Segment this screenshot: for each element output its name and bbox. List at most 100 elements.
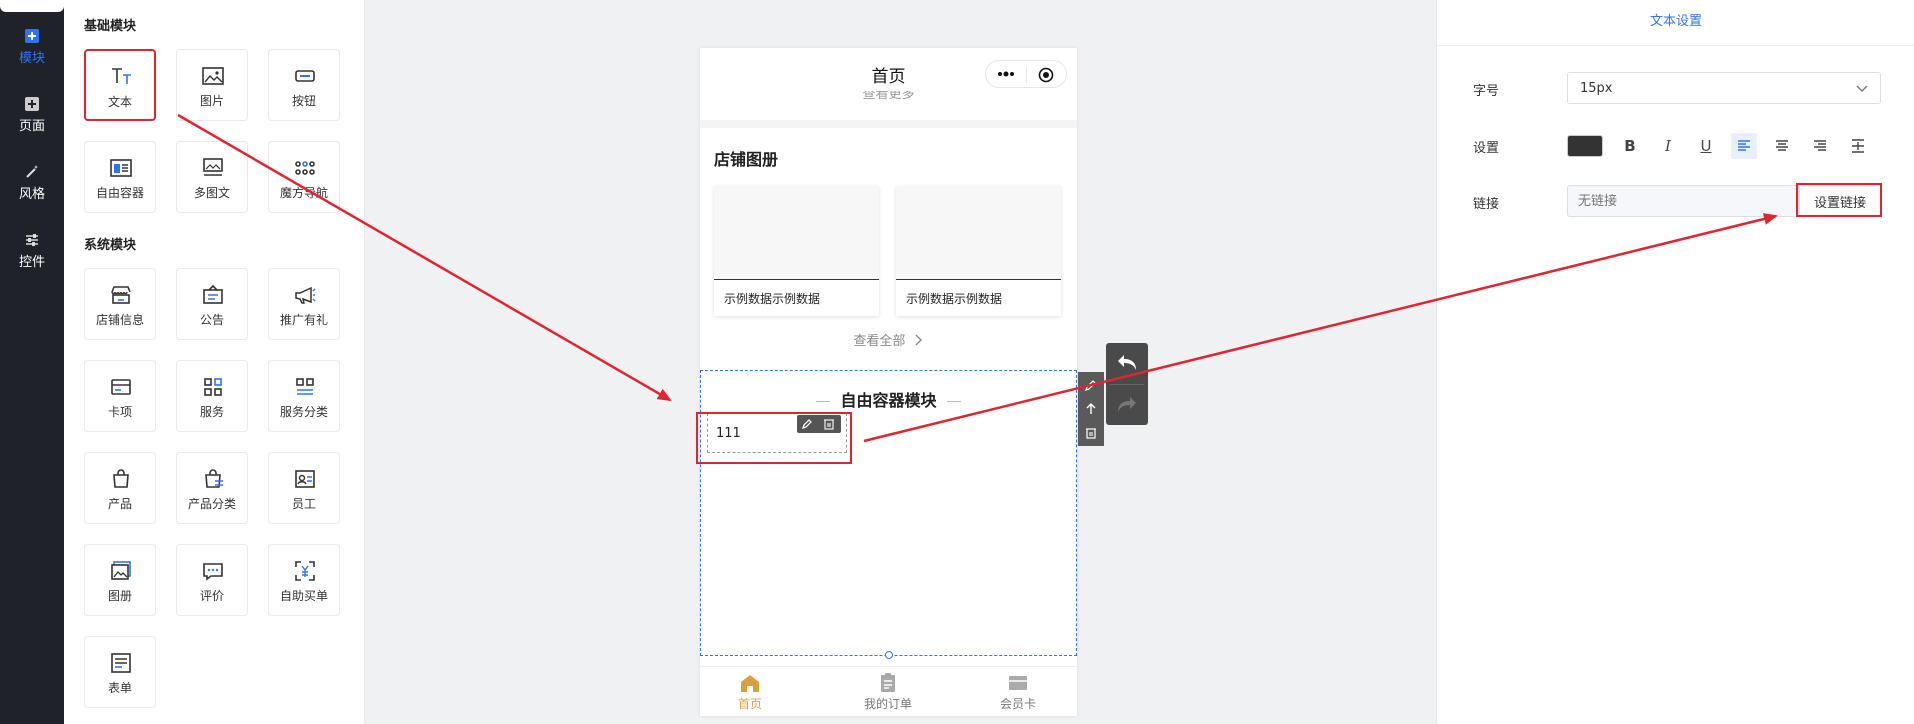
tab-home[interactable]: 首页 <box>700 673 800 712</box>
module-tile-product[interactable]: 产品 <box>84 452 156 524</box>
bottom-tab-bar: 首页 我的订单 会员卡 <box>700 666 1077 716</box>
scan-pay-icon <box>295 561 315 581</box>
tab-member-card[interactable]: 会员卡 <box>968 673 1068 712</box>
align-left-button[interactable] <box>1731 133 1757 159</box>
align-center-button[interactable] <box>1769 133 1795 159</box>
plus-square-icon <box>25 97 39 111</box>
view-more-link-partial[interactable]: 查看更多 <box>700 91 1077 101</box>
chevron-right-icon <box>915 334 922 346</box>
align-left-icon <box>1738 140 1750 151</box>
section-divider <box>700 120 1077 128</box>
font-size-label: 字号 <box>1473 84 1500 99</box>
view-all-link[interactable]: 查看全部 <box>700 330 1077 349</box>
module-tile-service-category[interactable]: 服务分类 <box>268 360 340 432</box>
module-tile-staff[interactable]: 员工 <box>268 452 340 524</box>
album-section-title: 店铺图册 <box>714 150 779 169</box>
album-card-image <box>896 186 1061 280</box>
nav-item-modules[interactable]: 模块 <box>0 28 64 66</box>
album-card[interactable]: 示例数据示例数据 <box>714 186 879 316</box>
edit-pencil-icon[interactable] <box>1084 378 1098 392</box>
undo-redo-divider <box>1110 384 1144 385</box>
module-tile-button[interactable]: 按钮 <box>268 49 340 121</box>
align-right-icon <box>1814 140 1826 151</box>
link-label: 链接 <box>1473 197 1500 212</box>
bag-list-icon <box>205 469 223 488</box>
nav-item-pages[interactable]: 页面 <box>0 96 64 134</box>
plus-square-icon <box>25 29 39 43</box>
chevron-down-icon <box>1856 85 1868 92</box>
module-tile-review[interactable]: 评价 <box>176 544 248 616</box>
module-tile-magic-nav[interactable]: 魔方导航 <box>268 141 340 213</box>
nav-top-cap <box>0 0 64 12</box>
album-card-caption: 示例数据示例数据 <box>724 292 821 306</box>
strikethrough-icon <box>1852 139 1864 153</box>
underline-button[interactable]: U <box>1693 133 1719 159</box>
more-dots-icon[interactable] <box>996 69 1016 79</box>
section-title-basic: 基础模块 <box>84 19 137 34</box>
nav-label: 风格 <box>18 187 45 202</box>
module-tile-notice[interactable]: 公告 <box>176 268 248 340</box>
align-center-icon <box>1776 140 1788 151</box>
delete-trash-icon[interactable] <box>1084 426 1098 440</box>
module-tile-self-pay[interactable]: 自助买单 <box>268 544 340 616</box>
image-icon <box>202 67 224 85</box>
font-size-value: 15px <box>1580 81 1613 96</box>
strikethrough-button[interactable] <box>1845 133 1871 159</box>
module-tile-promotion[interactable]: 推广有礼 <box>268 268 340 340</box>
italic-button[interactable]: I <box>1655 133 1681 159</box>
move-up-arrow-icon[interactable] <box>1084 402 1098 416</box>
member-card-icon <box>1009 676 1027 690</box>
nav-label: 页面 <box>18 119 45 134</box>
free-container-title: 自由容器模块 <box>701 387 1076 411</box>
module-panel: 基础模块 文本 图片 按钮 自由容器 多图文 魔方导航 系统模块 店铺信息 公告… <box>64 0 365 724</box>
magic-wand-icon <box>26 165 38 178</box>
module-tile-card[interactable]: 卡项 <box>84 360 156 432</box>
settings-tab-text[interactable]: 文本设置 <box>1437 0 1914 46</box>
close-target-icon[interactable] <box>1038 67 1054 83</box>
module-tile-product-category[interactable]: 产品分类 <box>176 452 248 524</box>
megaphone-icon <box>295 286 316 304</box>
phone-header: 首页 <box>700 48 1077 96</box>
container-icon <box>110 159 132 177</box>
font-size-select[interactable]: 15px <box>1567 72 1881 104</box>
mini-program-capsule[interactable] <box>985 60 1067 88</box>
module-tile-text[interactable]: 文本 <box>84 49 156 121</box>
album-card-caption: 示例数据示例数据 <box>906 292 1003 306</box>
module-tile-free-container[interactable]: 自由容器 <box>84 141 156 213</box>
settings-panel: 文本设置 字号 15px 设置 B I U 链接 设置链接 <box>1436 0 1914 724</box>
album-card[interactable]: 示例数据示例数据 <box>896 186 1061 316</box>
align-right-button[interactable] <box>1807 133 1833 159</box>
module-tile-album[interactable]: 图册 <box>84 544 156 616</box>
image-text-icon <box>203 158 223 176</box>
module-tile-image[interactable]: 图片 <box>176 49 248 121</box>
shopping-bag-icon <box>113 469 129 488</box>
service-grid-icon <box>204 378 222 396</box>
resize-handle[interactable] <box>885 651 893 659</box>
nav-label: 控件 <box>18 255 45 270</box>
nav-item-style[interactable]: 风格 <box>0 164 64 202</box>
module-tile-multi-image-text[interactable]: 多图文 <box>176 141 248 213</box>
bold-button[interactable]: B <box>1617 133 1643 159</box>
module-side-toolbar <box>1078 372 1104 446</box>
redo-icon[interactable] <box>1116 395 1138 415</box>
category-icon <box>296 378 314 395</box>
tab-my-orders[interactable]: 我的订单 <box>838 673 938 712</box>
module-tile-store-info[interactable]: 店铺信息 <box>84 268 156 340</box>
link-input[interactable] <box>1567 185 1799 217</box>
style-label: 设置 <box>1473 141 1500 156</box>
grid-dots-icon <box>295 161 315 175</box>
module-tile-form[interactable]: 表单 <box>84 636 156 708</box>
capsule-divider <box>1026 67 1027 83</box>
notice-icon <box>203 284 223 304</box>
phone-preview: 首页 查看更多 店铺图册 示例数据示例数据 示例数据示例数据 查看全部 自由容器… <box>700 48 1077 716</box>
undo-icon[interactable] <box>1116 353 1138 373</box>
button-icon <box>295 70 315 82</box>
nav-item-controls[interactable]: 控件 <box>0 232 64 270</box>
id-card-icon <box>295 470 315 488</box>
store-icon <box>111 286 131 304</box>
card-icon <box>111 379 131 395</box>
text-color-picker[interactable] <box>1567 135 1603 157</box>
undo-redo-panel <box>1106 343 1148 425</box>
module-tile-service[interactable]: 服务 <box>176 360 248 432</box>
comment-icon <box>203 563 223 581</box>
